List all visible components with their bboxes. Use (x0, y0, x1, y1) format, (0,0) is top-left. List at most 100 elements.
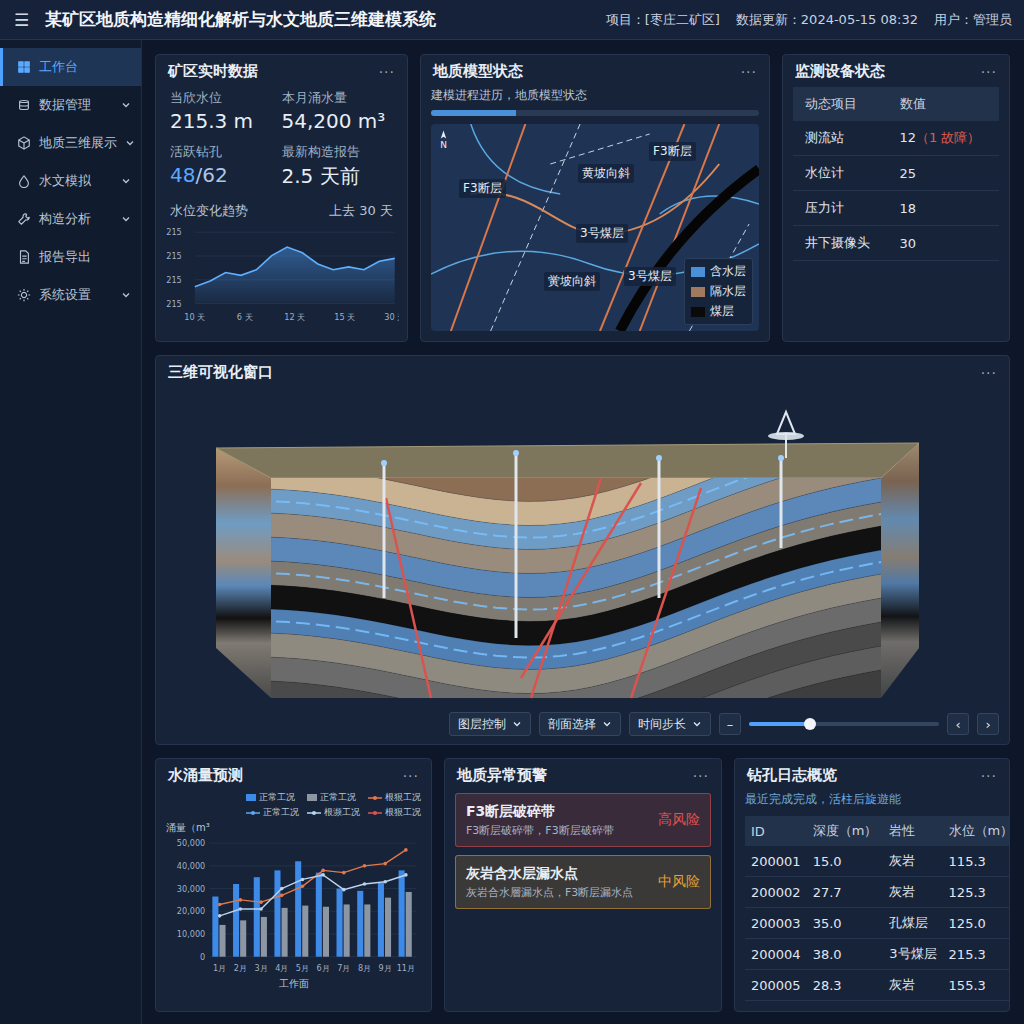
data-point[interactable] (280, 894, 284, 898)
data-point[interactable] (218, 903, 222, 907)
data-point[interactable] (218, 914, 222, 918)
bar[interactable] (323, 907, 329, 957)
data-point[interactable] (363, 882, 367, 886)
bar[interactable] (302, 906, 308, 957)
bar[interactable] (282, 908, 288, 957)
menu-button[interactable]: ☰ (14, 10, 29, 30)
map-label[interactable]: 黄坡向斜 (578, 164, 634, 183)
borehole-well[interactable] (381, 460, 387, 598)
sidebar-item[interactable]: 数据管理 (0, 86, 141, 124)
map-label[interactable]: F3断层 (459, 179, 506, 198)
more-button[interactable]: ··· (981, 64, 997, 80)
map-label[interactable]: 3号煤层 (576, 224, 628, 243)
data-point[interactable] (239, 907, 243, 911)
data-point[interactable] (363, 864, 367, 868)
bar[interactable] (344, 904, 350, 956)
data-point[interactable] (280, 887, 284, 891)
sidebar-item[interactable]: 地质三维展示 (0, 124, 141, 162)
data-point[interactable] (404, 873, 408, 877)
legend-item[interactable]: 根濒工况 (307, 806, 360, 819)
data-point[interactable] (239, 898, 243, 902)
next-button[interactable]: › (977, 713, 999, 735)
data-point[interactable] (301, 878, 305, 882)
data-point[interactable] (259, 907, 263, 911)
geology-3d-model[interactable] (156, 388, 1009, 708)
legend-item[interactable]: 正常工况 (307, 791, 360, 804)
column-header[interactable]: 岩性 (883, 816, 942, 846)
alert-item[interactable]: F3断层破碎带 F3断层破碎带，F3断层破碎带 高风险 (455, 793, 711, 847)
legend-item[interactable]: 根狠工况 (368, 791, 421, 804)
map-label[interactable]: 3号煤层 (624, 267, 676, 286)
bar[interactable] (316, 873, 322, 957)
water-level-chart: 21521521521510 天6 天12 天15 天30 天 (156, 222, 407, 324)
data-point[interactable] (383, 862, 387, 866)
bar[interactable] (385, 898, 391, 957)
legend-item[interactable]: 正常工况 (246, 806, 299, 819)
table-row[interactable]: 20000438.03号煤层215.3 (745, 939, 1010, 970)
bar[interactable] (212, 897, 218, 957)
more-button[interactable]: ··· (741, 64, 757, 80)
data-point[interactable] (321, 873, 325, 877)
dropdown[interactable]: 时间步长 (629, 712, 711, 736)
more-button[interactable]: ··· (379, 64, 395, 80)
more-button[interactable]: ··· (981, 365, 997, 381)
data-point[interactable] (342, 888, 346, 892)
table-row[interactable]: 井下摄像头30 (793, 226, 999, 261)
table-row[interactable]: 20000227.7灰岩125.3 (745, 877, 1010, 908)
column-header[interactable]: 水位（m） (943, 816, 1010, 846)
table-row[interactable]: 压力计18 (793, 191, 999, 226)
more-button[interactable]: ··· (403, 768, 419, 784)
stat: 当欣水位 215.3 m (170, 89, 282, 133)
sidebar-item[interactable]: 构造分析 (0, 200, 141, 238)
time-slider[interactable] (749, 717, 939, 731)
borehole-well[interactable] (656, 455, 662, 598)
sidebar-item[interactable]: 系统设置 (0, 276, 141, 314)
alert-item[interactable]: 灰岩含水层漏水点 灰岩合水層漏水点，F3断层漏水点 中风险 (455, 855, 711, 909)
bar[interactable] (219, 925, 225, 957)
bar[interactable] (274, 870, 280, 956)
bar[interactable] (295, 861, 301, 956)
sidebar-item[interactable]: 工作台 (0, 48, 141, 86)
bar[interactable] (364, 904, 370, 956)
dropdown[interactable]: 图层控制 (449, 712, 531, 736)
bar[interactable] (254, 877, 260, 957)
trend-range[interactable]: 上去 30 天 (329, 202, 393, 220)
borehole-well[interactable] (778, 455, 784, 548)
table-row[interactable]: 20000528.3灰岩155.3 (745, 970, 1010, 1001)
sidebar-item[interactable]: 报告导出 (0, 238, 141, 276)
bar[interactable] (378, 883, 384, 957)
bar[interactable] (261, 917, 267, 957)
bar[interactable] (357, 891, 363, 957)
more-button[interactable]: ··· (693, 768, 709, 784)
bar[interactable] (233, 884, 239, 957)
data-point[interactable] (321, 869, 325, 873)
table-row[interactable]: 水位计25 (793, 156, 999, 191)
bar[interactable] (399, 870, 405, 956)
map-label[interactable]: F3断层 (649, 142, 696, 161)
project-label[interactable]: 项目：[枣庄二矿区] (606, 11, 720, 29)
bar[interactable] (337, 889, 343, 957)
table-row[interactable]: 测流站12（1 故障） (793, 121, 999, 156)
legend-item[interactable]: 正常工况 (246, 791, 299, 804)
bar[interactable] (240, 920, 246, 956)
table-row[interactable]: 20000335.0孔煤层125.0 (745, 908, 1010, 939)
borehole-well[interactable] (513, 450, 519, 638)
data-point[interactable] (342, 871, 346, 875)
bar[interactable] (406, 892, 412, 957)
data-point[interactable] (259, 900, 263, 904)
data-point[interactable] (301, 884, 305, 888)
column-header[interactable]: 深度（m） (807, 816, 884, 846)
sidebar-item[interactable]: 水文模拟 (0, 162, 141, 200)
data-point[interactable] (404, 848, 408, 852)
more-button[interactable]: ··· (981, 768, 997, 784)
geology-map[interactable]: N F3断层黄坡向斜F3断层3号煤层黉坡向斜3号煤层 含水层隔水层煤层 (431, 124, 759, 331)
zoom-out-button[interactable]: – (719, 713, 741, 735)
column-header[interactable]: ID (745, 816, 807, 846)
table-row[interactable]: 20000115.0灰岩115.3 (745, 846, 1010, 877)
map-label[interactable]: 黉坡向斜 (544, 272, 600, 291)
dropdown[interactable]: 剖面选择 (539, 712, 621, 736)
data-point[interactable] (383, 880, 387, 884)
previous-button[interactable]: ‹ (947, 713, 969, 735)
user-label[interactable]: 用户：管理员 (934, 11, 1012, 29)
legend-item[interactable]: 根狠工况 (368, 806, 421, 819)
